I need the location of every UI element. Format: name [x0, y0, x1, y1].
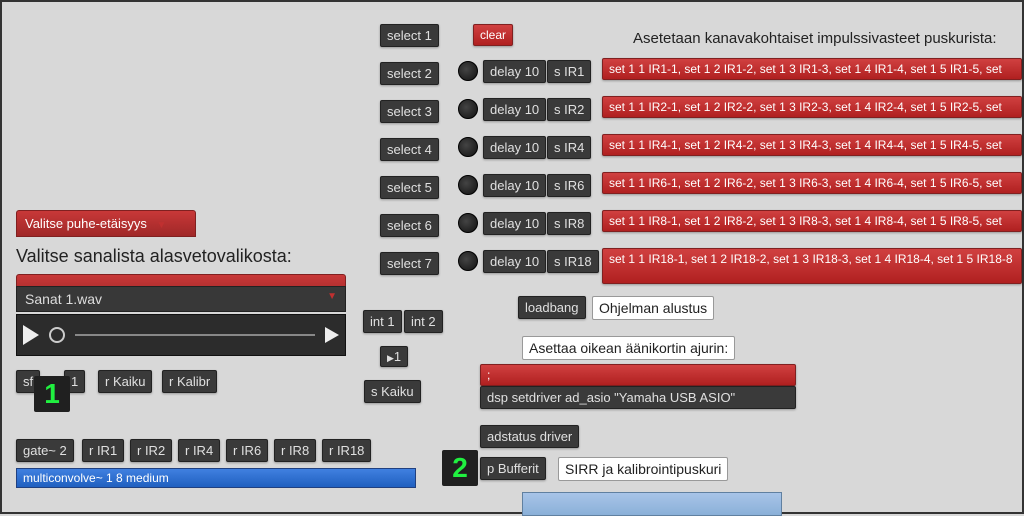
select-6[interactable]: select 6 [380, 214, 439, 237]
select-3[interactable]: select 3 [380, 100, 439, 123]
gate-box[interactable]: gate~ 2 [16, 439, 74, 462]
ohjelman-label: Ohjelman alustus [592, 296, 714, 320]
knob-3[interactable] [458, 137, 478, 157]
ir-row-3: set 1 1 IR4-1, set 1 2 IR4-2, set 1 3 IR… [602, 134, 1022, 156]
one-label: 1 [394, 349, 401, 364]
delay-2[interactable]: delay 10 [483, 98, 546, 121]
r-ir6-box[interactable]: r IR6 [226, 439, 268, 462]
select-4[interactable]: select 4 [380, 138, 439, 161]
ir-row-5: set 1 1 IR8-1, set 1 2 IR8-2, set 1 3 IR… [602, 210, 1022, 232]
r-kalibr-box[interactable]: r Kalibr [162, 370, 217, 393]
playhead-indicator[interactable] [49, 327, 65, 343]
ir-row-6: set 1 1 IR18-1, set 1 2 IR18-2, set 1 3 … [602, 248, 1022, 284]
knob-4[interactable] [458, 175, 478, 195]
delay-5[interactable]: delay 10 [483, 212, 546, 235]
distance-dropdown[interactable]: Valitse puhe-etäisyys ▼ [16, 210, 196, 237]
sanat-dropdown-label: Sanat 1.wav [25, 291, 102, 307]
delay-1[interactable]: delay 10 [483, 60, 546, 83]
arrow-right-icon[interactable] [325, 327, 339, 343]
adstatus-box[interactable]: adstatus driver [480, 425, 579, 448]
s-ir4[interactable]: s IR4 [547, 136, 591, 159]
ir-row-2: set 1 1 IR2-1, set 1 2 IR2-2, set 1 3 IR… [602, 96, 1022, 118]
r-kaiku-box[interactable]: r Kaiku [98, 370, 152, 393]
one-box[interactable]: ▶1 [380, 346, 408, 367]
play-small-icon: ▶ [387, 353, 394, 363]
select-1[interactable]: select 1 [380, 24, 439, 47]
marker-1: 1 [34, 376, 70, 412]
progress-line[interactable] [75, 334, 315, 336]
clear-button[interactable]: clear [473, 24, 513, 46]
ir-set-header: Asetetaan kanavakohtaiset impulssivastee… [633, 30, 997, 47]
chevron-down-icon: ▼ [327, 291, 337, 302]
r-ir8-box[interactable]: r IR8 [274, 439, 316, 462]
int-2-box[interactable]: int 2 [404, 310, 443, 333]
audio-player[interactable] [16, 314, 346, 356]
asettaa-label: Asettaa oikean äänikortin ajurin: [522, 336, 735, 360]
knob-6[interactable] [458, 251, 478, 271]
s-ir2[interactable]: s IR2 [547, 98, 591, 121]
sirr-label: SIRR ja kalibrointipuskuri [558, 457, 728, 481]
delay-4[interactable]: delay 10 [483, 174, 546, 197]
marker-2: 2 [442, 450, 478, 486]
distance-dropdown-label: Valitse puhe-etäisyys [25, 216, 147, 231]
sanat-dropdown[interactable]: Sanat 1.wav ▼ [16, 286, 346, 312]
lower-panel [522, 492, 782, 516]
red-semicolon: ; [480, 364, 796, 386]
s-ir8[interactable]: s IR8 [547, 212, 591, 235]
r-ir2-box[interactable]: r IR2 [130, 439, 172, 462]
knob-5[interactable] [458, 213, 478, 233]
knob-2[interactable] [458, 99, 478, 119]
select-7[interactable]: select 7 [380, 252, 439, 275]
select-2[interactable]: select 2 [380, 62, 439, 85]
loadbang-box[interactable]: loadbang [518, 296, 586, 319]
play-icon[interactable] [23, 325, 39, 345]
multiconvolve-box[interactable]: multiconvolve~ 1 8 medium [16, 468, 416, 488]
ir-row-1: set 1 1 IR1-1, set 1 2 IR1-2, set 1 3 IR… [602, 58, 1022, 80]
ir-row-4: set 1 1 IR6-1, set 1 2 IR6-2, set 1 3 IR… [602, 172, 1022, 194]
s-ir6[interactable]: s IR6 [547, 174, 591, 197]
s-ir1[interactable]: s IR1 [547, 60, 591, 83]
p-bufferit-box[interactable]: p Bufferit [480, 457, 546, 480]
wordlist-label: Valitse sanalista alasvetovalikosta: [16, 246, 292, 267]
s-ir18[interactable]: s IR18 [547, 250, 599, 273]
chevron-down-icon: ▼ [157, 220, 167, 231]
knob-1[interactable] [458, 61, 478, 81]
delay-3[interactable]: delay 10 [483, 136, 546, 159]
int-1-box[interactable]: int 1 [363, 310, 402, 333]
r-ir18-box[interactable]: r IR18 [322, 439, 371, 462]
r-ir4-box[interactable]: r IR4 [178, 439, 220, 462]
select-5[interactable]: select 5 [380, 176, 439, 199]
delay-6[interactable]: delay 10 [483, 250, 546, 273]
r-ir1-box[interactable]: r IR1 [82, 439, 124, 462]
s-kaiku-box[interactable]: s Kaiku [364, 380, 421, 403]
dsp-box: dsp setdriver ad_asio "Yamaha USB ASIO" [480, 386, 796, 409]
